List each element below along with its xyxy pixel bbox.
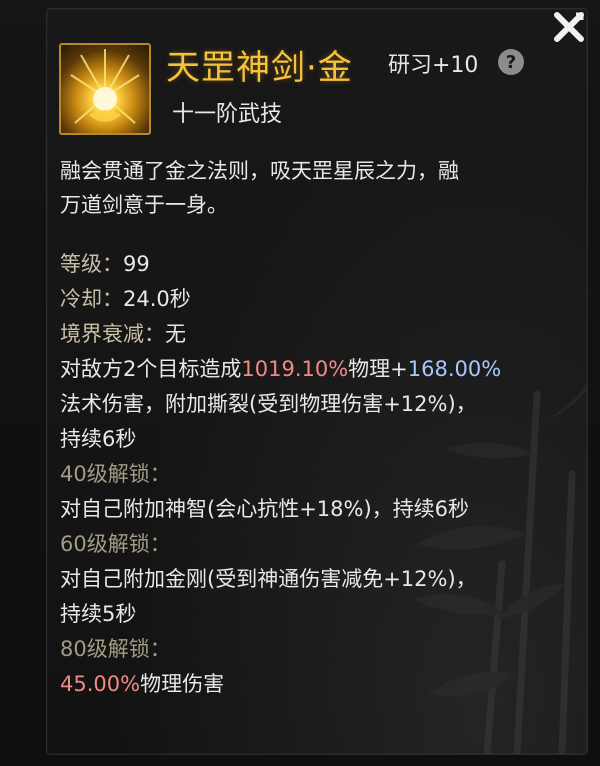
effect-line: 对敌方2个目标造成1019.10%物理+168.00% <box>60 352 560 387</box>
unlock-header-40: 40级解锁： <box>60 462 171 486</box>
decay-row: 境界衰减：无 <box>60 317 560 352</box>
unlock-text-60: 持续5秒 <box>60 602 137 626</box>
level-label: 等级： <box>60 252 123 276</box>
golden-sword-skill-icon <box>70 49 140 124</box>
help-button[interactable]: ? <box>498 49 524 75</box>
unlock-header-60: 60级解锁： <box>60 532 171 556</box>
skill-stats: 等级：99 冷却：24.0秒 境界衰减：无 对敌方2个目标造成1019.10%物… <box>60 247 560 702</box>
close-x-icon <box>554 12 584 42</box>
effect-line: 持续6秒 <box>60 427 137 451</box>
unlock-text-40: 对自己附加神智(会心抗性+18%)，持续6秒 <box>60 497 470 521</box>
unlock-text-60: 对自己附加金刚(受到神通伤害减免+12%)， <box>60 567 477 591</box>
level-row: 等级：99 <box>60 247 560 282</box>
unlock-80-pct: 45.00% <box>60 672 141 696</box>
effect-line: 法术伤害，附加撕裂(受到物理伤害+12%)， <box>60 392 477 416</box>
skill-icon <box>59 43 151 135</box>
research-level: 研习+10 <box>388 53 479 78</box>
close-button[interactable] <box>552 10 586 44</box>
decay-label: 境界衰减： <box>60 322 165 346</box>
level-value: 99 <box>123 252 150 276</box>
description-line: 万道剑意于一身。 <box>60 193 228 217</box>
cooldown-row: 冷却：24.0秒 <box>60 282 560 317</box>
skill-rank: 十一阶武技 <box>172 102 283 127</box>
description-line: 融会贯通了金之法则，吸天罡星辰之力，融 <box>60 159 459 183</box>
cooldown-label: 冷却： <box>60 287 123 311</box>
unlock-80-text: 物理伤害 <box>140 672 225 696</box>
effect-text: 对敌方2个目标造成 <box>60 357 242 381</box>
unlock-header-80: 80级解锁： <box>60 637 171 661</box>
physical-damage-pct: 1019.10% <box>241 357 349 381</box>
question-mark-icon: ? <box>505 51 517 73</box>
magic-damage-pct: 168.00% <box>407 357 502 381</box>
cooldown-value: 24.0秒 <box>123 287 191 311</box>
skill-tooltip-panel: 天罡神剑·金 研习+10 ? 十一阶武技 融会贯通了金之法则，吸天罡星辰之力，融… <box>0 0 600 766</box>
effect-text: 物理+ <box>348 357 408 381</box>
decay-value: 无 <box>165 322 186 346</box>
skill-title: 天罡神剑·金 <box>166 48 353 88</box>
skill-description: 融会贯通了金之法则，吸天罡星辰之力，融 万道剑意于一身。 <box>60 154 550 222</box>
unlock-text-80: 45.00%物理伤害 <box>60 667 560 702</box>
